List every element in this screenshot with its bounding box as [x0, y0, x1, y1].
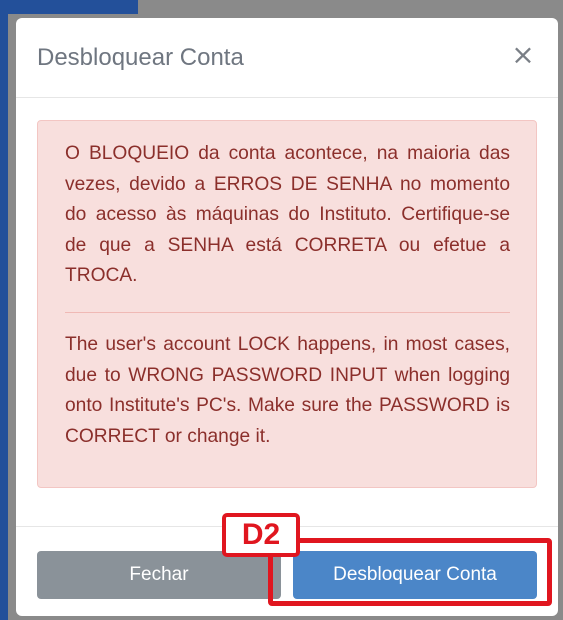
alert-divider — [65, 311, 510, 313]
annotation-label: D2 — [222, 513, 300, 557]
background-header-strip — [0, 0, 138, 14]
annotation-highlight-box — [268, 538, 552, 606]
background-sidebar — [0, 0, 8, 620]
warning-alert: O BLOQUEIO da conta acontece, na maioria… — [37, 120, 537, 488]
close-icon[interactable]: × — [508, 40, 538, 70]
dialog-title: Desbloquear Conta — [37, 44, 244, 71]
alert-text-portuguese: O BLOQUEIO da conta acontece, na maioria… — [65, 143, 510, 287]
alert-text-english: The user's account LOCK happens, in most… — [65, 333, 510, 447]
close-button[interactable]: Fechar — [37, 551, 281, 599]
dialog-header: Desbloquear Conta × — [16, 18, 558, 98]
